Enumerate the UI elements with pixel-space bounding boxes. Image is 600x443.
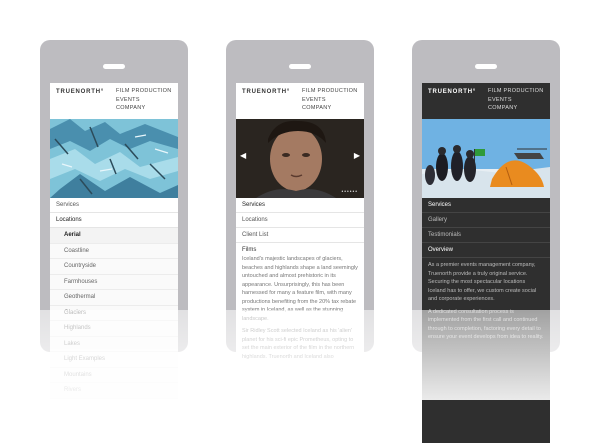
- events-photo-image: [422, 119, 550, 198]
- submenu-item-farmhouses[interactable]: Farmhouses: [50, 274, 178, 290]
- header-nav: FILM PRODUCTION EVENTS COMPANY: [116, 87, 172, 113]
- film-slideshow: ◀ ▶ ••••••: [236, 119, 364, 198]
- body-paragraph: Iceland's majestic landscapes of glacier…: [242, 256, 358, 322]
- menu-item-gallery[interactable]: Gallery: [422, 213, 550, 228]
- submenu-item-rivers[interactable]: Rivers: [50, 383, 178, 399]
- header-nav: FILM PRODUCTION EVENTS COMPANY: [302, 87, 358, 113]
- nav-film-production[interactable]: FILM PRODUCTION: [302, 87, 358, 96]
- phone-speaker: [475, 64, 497, 69]
- glacier-aerial-image: [50, 119, 178, 198]
- menu-item-locations[interactable]: Locations: [236, 213, 364, 228]
- menu-item-services[interactable]: Services: [50, 198, 178, 213]
- body-paragraph: As a premier events management company, …: [428, 262, 537, 302]
- site-header: TRUENORTH° FILM PRODUCTION EVENTS COMPAN…: [236, 83, 364, 119]
- nav-film-production[interactable]: FILM PRODUCTION: [116, 87, 172, 96]
- submenu-item-light-examples[interactable]: Light Examples: [50, 352, 178, 368]
- menu-item-client-list[interactable]: Client List: [236, 228, 364, 243]
- nav-company[interactable]: COMPANY: [488, 104, 544, 113]
- submenu-item-mountains[interactable]: Mountains: [50, 367, 178, 383]
- slideshow-prev-arrow-icon[interactable]: ◀: [240, 151, 246, 160]
- nav-events[interactable]: EVENTS: [302, 96, 358, 105]
- nav-company[interactable]: COMPANY: [302, 104, 358, 113]
- nav-film-production[interactable]: FILM PRODUCTION: [488, 87, 544, 96]
- nav-company[interactable]: COMPANY: [116, 104, 172, 113]
- phone-screen: TRUENORTH° FILM PRODUCTION EVENTS COMPAN…: [422, 83, 550, 443]
- submenu-item-highlands[interactable]: Highlands: [50, 321, 178, 337]
- phone-screen: TRUENORTH° FILM PRODUCTION EVENTS COMPAN…: [236, 83, 364, 443]
- nav-events[interactable]: EVENTS: [488, 96, 544, 105]
- site-logo[interactable]: TRUENORTH°: [56, 89, 104, 95]
- submenu-item-glaciers[interactable]: Glaciers: [50, 305, 178, 321]
- phone-mockup-locations: TRUENORTH° FILM PRODUCTION EVENTS COMPAN…: [40, 40, 188, 443]
- phone-screen: TRUENORTH° FILM PRODUCTION EVENTS COMPAN…: [50, 83, 178, 443]
- phone-speaker: [289, 64, 311, 69]
- submenu-item-lakes[interactable]: Lakes: [50, 336, 178, 352]
- phone-speaker: [103, 64, 125, 69]
- submenu-item-countryside[interactable]: Countryside: [50, 259, 178, 275]
- submenu-item-aerial[interactable]: Aerial: [50, 228, 178, 244]
- site-logo[interactable]: TRUENORTH°: [428, 89, 476, 95]
- nav-events[interactable]: EVENTS: [116, 96, 172, 105]
- film-still-image: [236, 119, 364, 198]
- menu-item-locations[interactable]: Locations: [50, 213, 178, 228]
- header-nav: FILM PRODUCTION EVENTS COMPANY: [488, 87, 544, 113]
- body-paragraph: A dedicated consultation process is impl…: [428, 308, 544, 341]
- site-logo[interactable]: TRUENORTH°: [242, 89, 290, 95]
- slideshow-next-arrow-icon[interactable]: ▶: [354, 151, 360, 160]
- site-header: TRUENORTH° FILM PRODUCTION EVENTS COMPAN…: [50, 83, 178, 119]
- phone-mockup-events: TRUENORTH° FILM PRODUCTION EVENTS COMPAN…: [412, 40, 560, 443]
- phone-mockup-films: TRUENORTH° FILM PRODUCTION EVENTS COMPAN…: [226, 40, 374, 443]
- section-title-films: Films: [242, 247, 257, 253]
- submenu-item-coastline[interactable]: Coastline: [50, 243, 178, 259]
- site-header: TRUENORTH° FILM PRODUCTION EVENTS COMPAN…: [422, 83, 550, 119]
- submenu-item-geothermal[interactable]: Geothermal: [50, 290, 178, 306]
- section-title-overview: Overview: [422, 243, 550, 258]
- slideshow-pager-dots[interactable]: ••••••: [341, 189, 358, 195]
- menu-item-services[interactable]: Services: [422, 198, 550, 213]
- menu-item-services[interactable]: Services: [236, 198, 364, 213]
- body-paragraph: Sir Ridley Scott selected Iceland as his…: [242, 328, 355, 360]
- menu-item-testimonials[interactable]: Testimonials: [422, 228, 550, 243]
